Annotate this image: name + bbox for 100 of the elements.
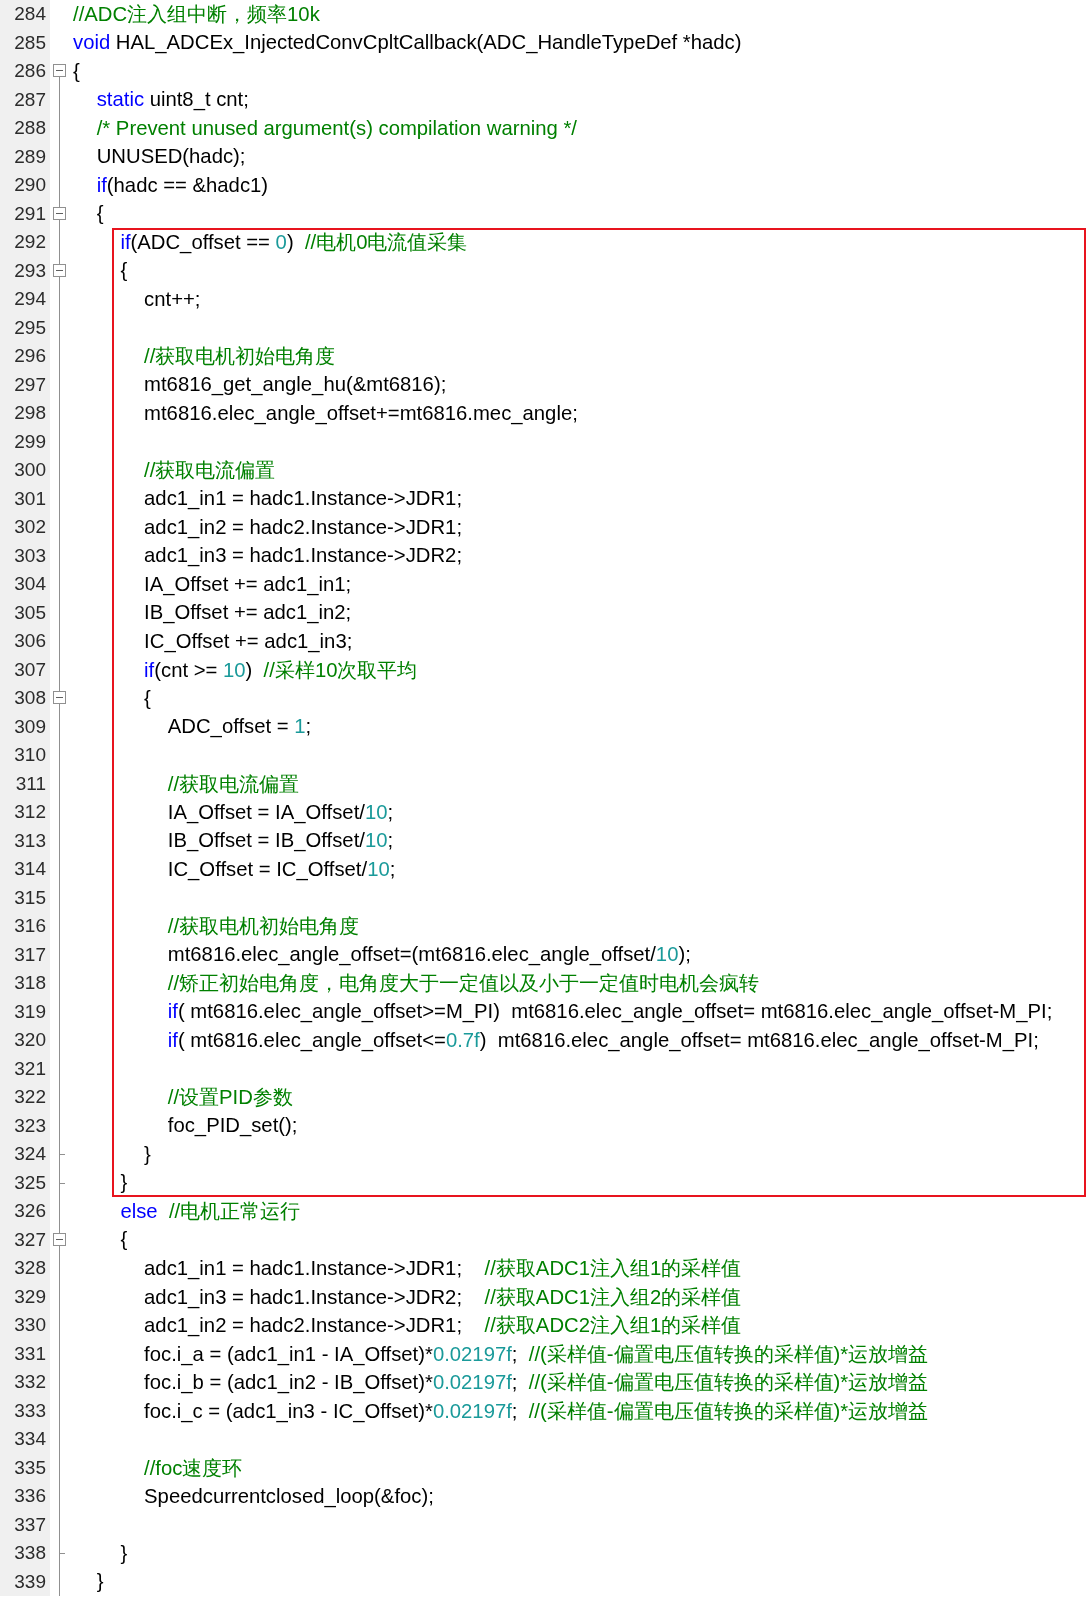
line-number: 301 bbox=[14, 487, 46, 510]
code-line: mt6816.elec_angle_offset+=mt6816.mec_angle; bbox=[144, 401, 578, 424]
collapse-icon[interactable] bbox=[53, 64, 66, 78]
line-number: 324 bbox=[14, 1143, 46, 1166]
code-line: foc.i_c = (adc1_in3 - IC_Offset)*0.02197f; //(采样值-偏置电压值转换的采样值)*运放增益 bbox=[144, 1399, 929, 1422]
code-line: Speedcurrentclosed_loop(&foc); bbox=[144, 1484, 434, 1507]
line-number: 300 bbox=[14, 459, 46, 482]
code-line: cnt++; bbox=[144, 287, 201, 310]
line-number: 330 bbox=[14, 1314, 46, 1337]
code-line: } bbox=[120, 1541, 128, 1564]
code-line: IA_Offset = IA_Offset/10; bbox=[167, 800, 394, 823]
code-line: //获取电流偏置 bbox=[144, 459, 276, 482]
code-line: adc1_in3 = hadc1.Instance->JDR2; //获取ADC1注入组2的采样值 bbox=[144, 1285, 742, 1308]
line-number: 290 bbox=[14, 174, 46, 197]
line-number: 332 bbox=[14, 1371, 46, 1394]
code-line: { bbox=[120, 259, 128, 282]
code-line: IC_Offset += adc1_in3; bbox=[144, 629, 353, 652]
line-number: 311 bbox=[15, 772, 46, 795]
line-number: 317 bbox=[14, 943, 46, 966]
collapse-icon[interactable] bbox=[53, 691, 66, 705]
line-number: 284 bbox=[14, 3, 46, 26]
line-number: 303 bbox=[14, 544, 46, 567]
code-line: ADC_offset = 1; bbox=[167, 715, 312, 738]
code-line: static uint8_t cnt; bbox=[96, 88, 249, 111]
code-line: foc.i_a = (adc1_in1 - IA_Offset)*0.02197f; //(采样值-偏置电压值转换的采样值)*运放增益 bbox=[144, 1342, 929, 1365]
line-number: 321 bbox=[14, 1057, 46, 1080]
line-number: 323 bbox=[14, 1114, 46, 1137]
line-number: 299 bbox=[14, 430, 46, 453]
collapse-icon[interactable] bbox=[53, 1232, 66, 1246]
collapse-icon[interactable] bbox=[53, 263, 66, 277]
line-number: 295 bbox=[14, 316, 46, 339]
code-line: IB_Offset = IB_Offset/10; bbox=[167, 829, 394, 852]
line-number: 308 bbox=[14, 687, 46, 710]
code-line: //foc速度环 bbox=[144, 1456, 243, 1479]
line-number: 322 bbox=[14, 1086, 46, 1109]
code-line: foc_PID_set(); bbox=[167, 1114, 298, 1137]
line-number: 297 bbox=[14, 373, 46, 396]
line-number: 288 bbox=[14, 117, 46, 140]
line-number: 319 bbox=[14, 1000, 46, 1023]
line-number: 310 bbox=[14, 744, 46, 767]
line-number: 304 bbox=[14, 573, 46, 596]
line-number: 329 bbox=[14, 1285, 46, 1308]
code-line: if(hadc == &hadc1) bbox=[96, 173, 269, 196]
code-line: UNUSED(hadc); bbox=[96, 145, 246, 168]
line-number: 292 bbox=[14, 231, 46, 254]
line-number: 339 bbox=[14, 1570, 46, 1593]
line-number: 312 bbox=[14, 801, 46, 824]
line-number: 328 bbox=[14, 1257, 46, 1280]
code-line: if(cnt >= 10) //采样10次取平均 bbox=[144, 658, 418, 681]
code-line: mt6816_get_angle_hu(&mt6816); bbox=[144, 373, 447, 396]
code-line: /* Prevent unused argument(s) compilation warning */ bbox=[96, 116, 577, 139]
code-line: { bbox=[96, 202, 104, 225]
code-line: else //电机正常运行 bbox=[120, 1200, 301, 1223]
line-number: 327 bbox=[14, 1228, 46, 1251]
code-line: { bbox=[144, 686, 151, 709]
line-number: 285 bbox=[14, 31, 46, 54]
line-number: 335 bbox=[14, 1456, 46, 1479]
code-line: mt6816.elec_angle_offset=(mt6816.elec_angle_offset/10); bbox=[167, 943, 691, 966]
code-line: IC_Offset = IC_Offset/10; bbox=[167, 857, 396, 880]
line-number: 318 bbox=[14, 972, 46, 995]
line-number: 326 bbox=[14, 1200, 46, 1223]
line-number: 293 bbox=[14, 259, 46, 282]
line-number: 314 bbox=[14, 858, 46, 881]
code-line: //获取电流偏置 bbox=[167, 772, 300, 795]
code-line: } bbox=[96, 1570, 104, 1593]
line-number: 296 bbox=[14, 345, 46, 368]
line-number: 305 bbox=[14, 601, 46, 624]
line-number: 289 bbox=[14, 145, 46, 168]
line-number: 325 bbox=[14, 1171, 46, 1194]
code-line: adc1_in2 = hadc2.Instance->JDR1; //获取ADC2注入组1的采样值 bbox=[144, 1314, 742, 1337]
code-line: { bbox=[73, 59, 80, 82]
line-number: 302 bbox=[14, 516, 46, 539]
line-number: 315 bbox=[14, 886, 46, 909]
code-line: IB_Offset += adc1_in2; bbox=[144, 601, 352, 624]
code-line: adc1_in1 = hadc1.Instance->JDR1; bbox=[144, 487, 463, 510]
line-number: 287 bbox=[14, 88, 46, 111]
code-line: adc1_in2 = hadc2.Instance->JDR1; bbox=[144, 515, 463, 538]
line-number: 313 bbox=[14, 829, 46, 852]
line-number: 306 bbox=[14, 630, 46, 653]
code-line: //矫正初始电角度，电角度大于一定值以及小于一定值时电机会疯转 bbox=[167, 972, 760, 995]
collapse-icon[interactable] bbox=[53, 206, 66, 220]
line-number: 333 bbox=[14, 1399, 46, 1422]
line-number: 286 bbox=[14, 60, 46, 83]
line-number: 294 bbox=[14, 288, 46, 311]
code-line: void HAL_ADCEx_InjectedConvCpltCallback(ADC_HandleTypeDef *hadc) bbox=[73, 31, 742, 54]
code-line: } bbox=[120, 1171, 128, 1194]
code-line: foc.i_b = (adc1_in2 - IB_Offset)*0.02197f; //(采样值-偏置电压值转换的采样值)*运放增益 bbox=[144, 1371, 929, 1394]
code-line: adc1_in1 = hadc1.Instance->JDR1; //获取ADC1注入组1的采样值 bbox=[144, 1257, 742, 1280]
code-line: { bbox=[120, 1228, 128, 1251]
line-number: 307 bbox=[14, 658, 46, 681]
code-line: //获取电机初始电角度 bbox=[167, 915, 360, 938]
line-number: 331 bbox=[14, 1342, 46, 1365]
code-line: if( mt6816.elec_angle_offset<=0.7f) mt6816.elec_angle_offset= mt6816.elec_angle_offset-M_PI; bbox=[167, 1028, 1039, 1051]
code-line: IA_Offset += adc1_in1; bbox=[144, 572, 352, 595]
code-line: if(ADC_offset == 0) //电机0电流值采集 bbox=[120, 231, 468, 254]
code-line: //ADC注入组中断，频率10k bbox=[73, 3, 320, 26]
line-number: 338 bbox=[14, 1542, 46, 1565]
line-number: 337 bbox=[14, 1513, 46, 1536]
line-number: 334 bbox=[14, 1428, 46, 1451]
code-line: adc1_in3 = hadc1.Instance->JDR2; bbox=[144, 544, 463, 567]
